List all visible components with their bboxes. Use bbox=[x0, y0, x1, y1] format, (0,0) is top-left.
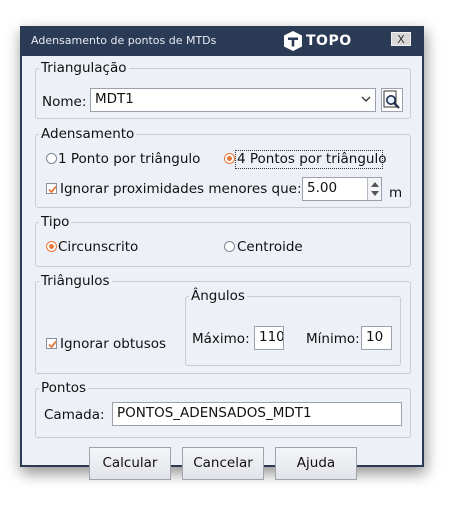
tipo-legend: Tipo bbox=[39, 214, 72, 230]
radio-centroide-label[interactable]: Centroide bbox=[237, 239, 303, 255]
angulos-legend: Ângulos bbox=[189, 288, 247, 304]
minimo-value: 10 bbox=[366, 329, 384, 345]
search-mdt-button[interactable] bbox=[381, 88, 403, 112]
dialog-window: Adensamento de pontos de MTDs TOPO X Tri… bbox=[20, 26, 424, 480]
check-icon bbox=[48, 340, 57, 349]
maximo-input[interactable]: 110 bbox=[254, 326, 284, 350]
angulos-group: Ângulos Máximo: 110 Mínimo: 10 bbox=[185, 288, 401, 366]
close-button[interactable]: X bbox=[391, 32, 411, 46]
pontos-group: Pontos Camada: PONTOS_ADENSADOS_MDT1 bbox=[35, 380, 411, 438]
calcular-label: Calcular bbox=[102, 455, 158, 471]
radio-1-ponto[interactable] bbox=[46, 153, 57, 164]
radio-4-pontos[interactable] bbox=[224, 153, 235, 164]
dialog-client-area: Triangulação Nome: MDT1 Adensamento 1 Po… bbox=[22, 56, 422, 480]
topo-logo: TOPO bbox=[282, 30, 352, 52]
triangulos-group: Triângulos Ignorar obtusos Ângulos Máxim… bbox=[35, 273, 411, 374]
maximo-label: Máximo: bbox=[192, 331, 250, 347]
spin-down-icon[interactable] bbox=[371, 191, 379, 196]
minimo-label: Mínimo: bbox=[306, 331, 360, 347]
radio-4-pontos-label[interactable]: 4 Pontos por triângulo bbox=[237, 151, 386, 167]
ajuda-button[interactable]: Ajuda bbox=[275, 447, 357, 480]
magnifier-icon bbox=[383, 90, 400, 109]
calcular-button[interactable]: Calcular bbox=[89, 447, 171, 480]
minimo-input[interactable]: 10 bbox=[361, 326, 392, 350]
pontos-legend: Pontos bbox=[39, 380, 89, 396]
radio-1-ponto-label[interactable]: 1 Ponto por triângulo bbox=[58, 151, 200, 167]
ignorar-proximidades-checkbox[interactable] bbox=[46, 183, 57, 194]
chevron-down-icon[interactable] bbox=[361, 95, 371, 103]
nome-value: MDT1 bbox=[95, 91, 134, 107]
nome-label: Nome: bbox=[42, 94, 87, 110]
camada-label: Camada: bbox=[44, 407, 105, 423]
nome-combobox[interactable]: MDT1 bbox=[90, 88, 376, 112]
spin-up-icon[interactable] bbox=[371, 182, 379, 187]
close-icon: X bbox=[397, 33, 405, 46]
triangulacao-legend: Triangulação bbox=[39, 60, 129, 76]
adensamento-group: Adensamento 1 Ponto por triângulo 4 Pont… bbox=[35, 126, 411, 208]
radio-centroide[interactable] bbox=[224, 241, 235, 252]
maximo-value: 110 bbox=[259, 329, 284, 345]
adensamento-legend: Adensamento bbox=[39, 126, 137, 142]
logo-text: TOPO bbox=[306, 33, 352, 49]
triangulos-legend: Triângulos bbox=[39, 273, 112, 289]
cancelar-button[interactable]: Cancelar bbox=[182, 447, 264, 480]
triangulacao-group: Triangulação Nome: MDT1 bbox=[35, 60, 411, 119]
ignorar-obtusos-label[interactable]: Ignorar obtusos bbox=[60, 336, 166, 352]
check-icon bbox=[48, 185, 57, 194]
distance-spinbox[interactable]: 5.00 bbox=[302, 177, 382, 201]
radio-circunscrito[interactable] bbox=[46, 241, 57, 252]
distance-spinner[interactable] bbox=[367, 178, 381, 200]
distance-unit: m bbox=[389, 185, 403, 201]
distance-value: 5.00 bbox=[307, 180, 338, 196]
cancelar-label: Cancelar bbox=[193, 455, 253, 471]
camada-input[interactable]: PONTOS_ADENSADOS_MDT1 bbox=[112, 402, 402, 426]
tipo-group: Tipo Circunscrito Centroide bbox=[35, 214, 411, 267]
ajuda-label: Ajuda bbox=[296, 455, 336, 471]
window-title: Adensamento de pontos de MTDs bbox=[31, 34, 217, 47]
camada-value: PONTOS_ADENSADOS_MDT1 bbox=[117, 405, 312, 421]
title-bar[interactable]: Adensamento de pontos de MTDs TOPO X bbox=[20, 26, 424, 56]
topo-logo-icon bbox=[284, 31, 302, 51]
ignorar-obtusos-checkbox[interactable] bbox=[46, 338, 57, 349]
radio-circunscrito-label[interactable]: Circunscrito bbox=[58, 239, 138, 255]
ignorar-proximidades-label[interactable]: Ignorar proximidades menores que: bbox=[60, 181, 302, 197]
